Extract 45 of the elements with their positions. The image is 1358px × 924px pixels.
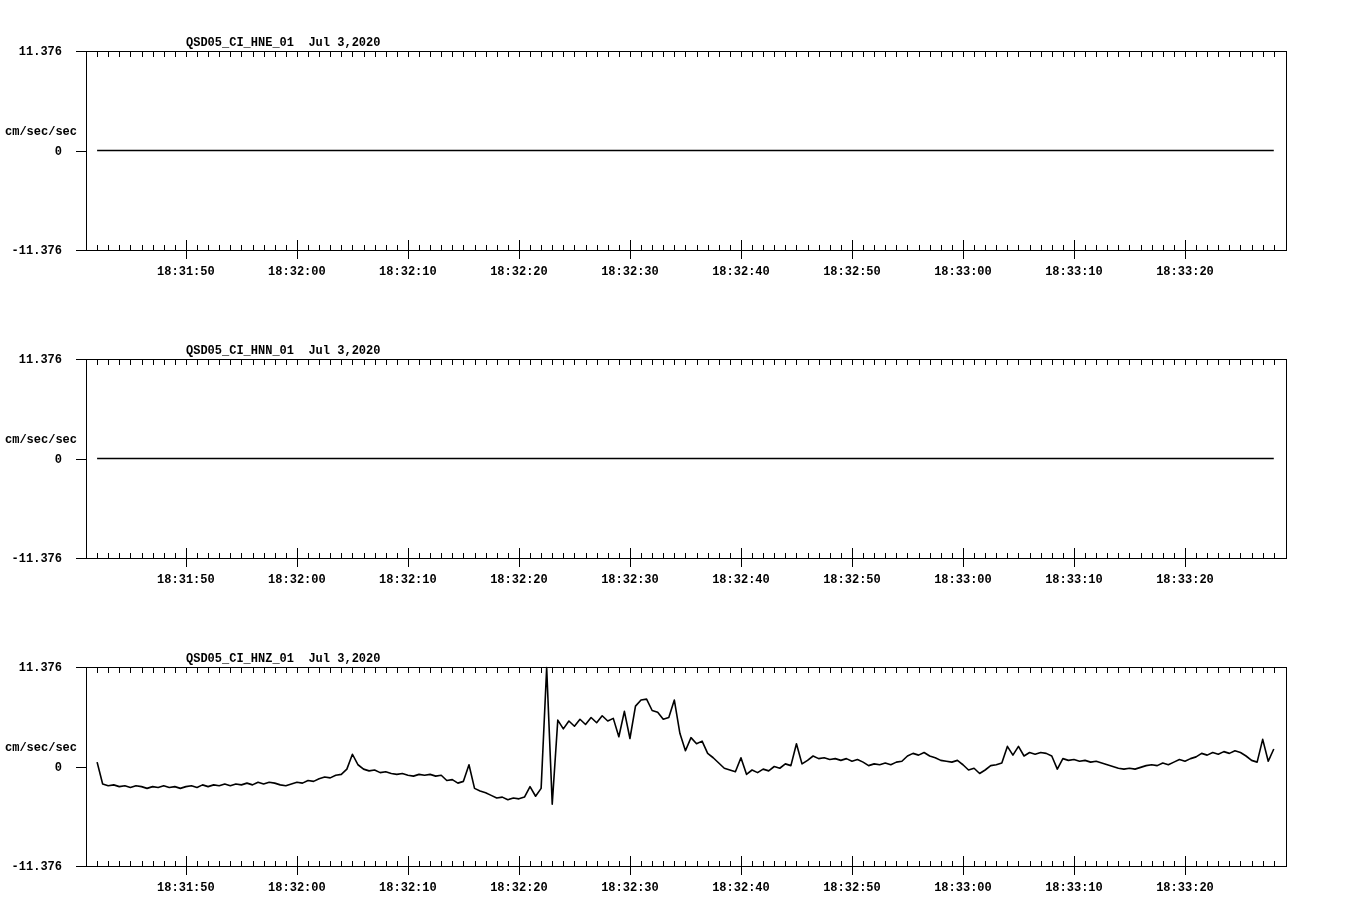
y-axis-label: cm/sec/sec: [5, 432, 77, 447]
x-tick-label: 18:32:00: [268, 265, 326, 279]
x-tick-label: 18:33:20: [1156, 573, 1214, 587]
x-tick-label: 18:32:20: [490, 881, 548, 895]
y-tick-label: 0: [54, 760, 62, 775]
x-tick-label: 18:33:10: [1045, 881, 1103, 895]
y-tick-label: 11.376: [18, 45, 62, 59]
x-tick-label: 18:32:10: [379, 881, 437, 895]
x-tick-label: 18:32:00: [268, 573, 326, 587]
y-tick-label: -11.376: [11, 860, 62, 874]
x-tick-label: 18:32:30: [601, 265, 659, 279]
y-tick-label: 0: [54, 452, 62, 467]
x-tick-label: 18:33:10: [1045, 265, 1103, 279]
x-tick-label: 18:33:20: [1156, 265, 1214, 279]
x-tick-label: 18:32:40: [712, 881, 770, 895]
x-tick-label: 18:33:10: [1045, 573, 1103, 587]
y-tick-label: -11.376: [11, 244, 62, 258]
y-tick-label: 0: [54, 144, 62, 159]
x-tick-label: 18:32:20: [490, 573, 548, 587]
chart-title: QSD05_CI_HNE_01 Jul 3,2020: [186, 36, 381, 50]
x-tick-label: 18:32:20: [490, 265, 548, 279]
x-tick-label: 18:33:00: [934, 881, 992, 895]
chart-title: QSD05_CI_HNZ_01 Jul 3,2020: [186, 652, 381, 666]
x-tick-label: 18:32:50: [823, 573, 881, 587]
chart-title: QSD05_CI_HNN_01 Jul 3,2020: [186, 344, 381, 358]
x-tick-label: 18:33:00: [934, 265, 992, 279]
x-tick-label: 18:32:10: [379, 265, 437, 279]
x-tick-label: 18:33:00: [934, 573, 992, 587]
y-axis-label: cm/sec/sec: [5, 124, 77, 139]
x-tick-label: 18:32:30: [601, 881, 659, 895]
x-tick-label: 18:31:50: [157, 573, 215, 587]
x-tick-label: 18:32:00: [268, 881, 326, 895]
y-axis-label: cm/sec/sec: [5, 740, 77, 755]
y-tick-label: -11.376: [11, 552, 62, 566]
x-tick-label: 18:31:50: [157, 881, 215, 895]
y-tick-label: 11.376: [18, 353, 62, 367]
x-tick-label: 18:32:40: [712, 573, 770, 587]
x-tick-label: 18:31:50: [157, 265, 215, 279]
y-tick-label: 11.376: [18, 661, 62, 675]
x-tick-label: 18:32:40: [712, 265, 770, 279]
x-tick-label: 18:32:50: [823, 881, 881, 895]
x-tick-label: 18:32:10: [379, 573, 437, 587]
x-tick-label: 18:32:30: [601, 573, 659, 587]
x-tick-label: 18:32:50: [823, 265, 881, 279]
x-tick-label: 18:33:20: [1156, 881, 1214, 895]
